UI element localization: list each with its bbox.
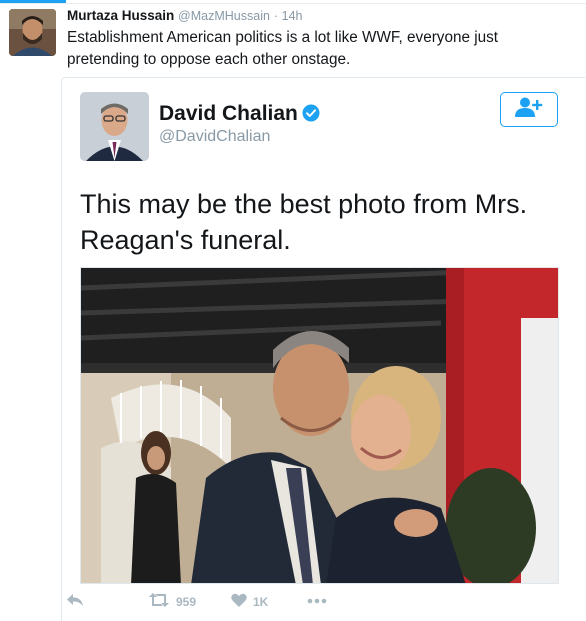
reply-button[interactable]: [66, 593, 84, 610]
quoted-author-name[interactable]: David Chalian: [159, 102, 320, 128]
follow-button[interactable]: [500, 92, 558, 127]
quoted-tweet-text: This may be the best photo from Mrs. Rea…: [80, 189, 528, 255]
tweet-header: Murtaza Hussain @MazMHussain · 14h: [67, 8, 303, 23]
meta-separator: ·: [273, 9, 278, 23]
author-handle[interactable]: @MazMHussain: [178, 9, 270, 23]
divider: [0, 3, 586, 4]
author-avatar[interactable]: [9, 9, 56, 56]
quoted-author-avatar[interactable]: [80, 92, 149, 161]
heart-icon: [231, 593, 247, 610]
reply-icon: [66, 593, 84, 610]
tweet-timestamp[interactable]: 14h: [282, 9, 303, 23]
quoted-author-name-text: David Chalian: [159, 102, 298, 125]
like-button[interactable]: 1K: [231, 593, 268, 610]
like-count: 1K: [253, 594, 269, 609]
tweet-photo[interactable]: [80, 267, 559, 584]
more-dots-icon: [307, 593, 327, 607]
retweet-button[interactable]: 959: [148, 593, 196, 610]
tweet-text: Establishment American politics is a lot…: [67, 29, 499, 68]
retweet-icon: [148, 593, 170, 610]
more-button[interactable]: [307, 593, 327, 607]
add-user-icon: [514, 96, 544, 123]
author-name[interactable]: Murtaza Hussain: [67, 8, 174, 23]
quoted-tweet[interactable]: David Chalian @DavidChalian This may be …: [61, 77, 585, 621]
retweet-count: 959: [176, 594, 197, 609]
quoted-author-handle[interactable]: @DavidChalian: [159, 128, 270, 146]
verified-badge-icon: [302, 104, 320, 128]
tweet-actions: 959 1K: [66, 593, 366, 615]
